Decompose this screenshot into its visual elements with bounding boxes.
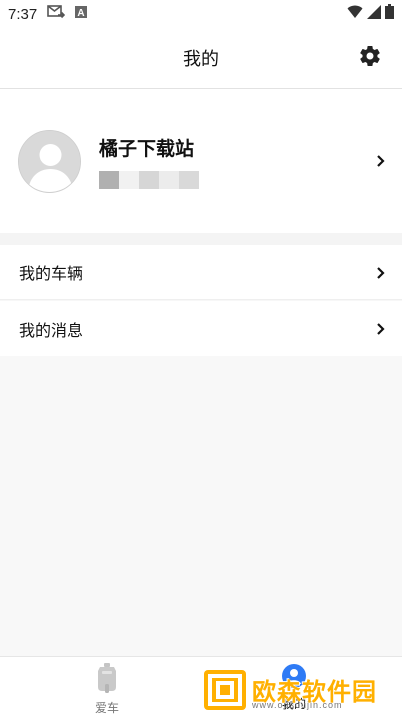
default-user-avatar-icon (19, 130, 80, 192)
profile-redacted-id (99, 170, 199, 189)
menu-item-label: 我的车辆 (19, 264, 84, 283)
a-box-icon: A (75, 5, 88, 23)
profile-info: 橘子下载站 (99, 134, 199, 189)
svg-text:A: A (78, 8, 85, 18)
wifi-icon (347, 5, 363, 24)
nav-item-car[interactable]: 爱车 (67, 663, 147, 716)
settings-button[interactable] (358, 46, 382, 70)
mail-forward-icon (47, 4, 66, 24)
chevron-right-icon (376, 153, 386, 172)
status-time: 7:37 (8, 5, 38, 23)
menu-item-my-messages[interactable]: 我的消息 (0, 301, 402, 356)
gear-icon (358, 44, 382, 72)
battery-icon (385, 4, 394, 24)
scooter-icon (95, 663, 119, 697)
page-title: 我的 (183, 49, 219, 70)
redacted-block (179, 170, 199, 189)
menu-item-my-vehicles[interactable]: 我的车辆 (0, 245, 402, 300)
menu-item-label: 我的消息 (19, 320, 84, 340)
section-divider (0, 233, 402, 245)
redacted-block (119, 170, 139, 189)
redacted-block (99, 170, 119, 189)
profile-name: 橘子下载站 (99, 137, 195, 160)
status-right-icons (347, 4, 394, 24)
watermark-url: www.ousoujin.com (252, 700, 343, 710)
watermark: 欧森软件园 www.ousoujin.com (204, 667, 402, 716)
empty-content-area (0, 356, 402, 656)
redacted-block (159, 170, 179, 189)
app-header: 我的 (0, 28, 402, 89)
status-left-icons: A (47, 4, 88, 24)
watermark-logo-icon (204, 669, 246, 714)
chevron-right-icon (376, 321, 386, 340)
redacted-block (139, 170, 159, 189)
status-bar: 7:37 A (0, 0, 402, 28)
chevron-right-icon (376, 265, 386, 284)
nav-label-car: 爱车 (94, 701, 119, 715)
profile-card[interactable]: 橘子下载站 (0, 89, 402, 233)
avatar[interactable] (18, 129, 81, 193)
signal-icon (367, 4, 381, 24)
